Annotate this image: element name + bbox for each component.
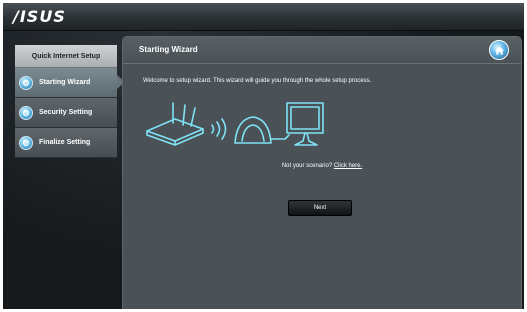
- network-illustration: [146, 102, 324, 146]
- gear-icon: [19, 135, 33, 150]
- wifi-signal-icon: [211, 118, 227, 140]
- cable-line: [270, 134, 290, 140]
- main-panel: Starting Wizard Welcome to setup wizard.…: [122, 36, 522, 309]
- gear-icon: [19, 75, 33, 90]
- brand-logo: /ISUS: [13, 7, 66, 26]
- home-button[interactable]: [489, 40, 509, 60]
- router-icon: [146, 102, 204, 146]
- next-button[interactable]: Next: [288, 200, 352, 216]
- router-admin-window: /ISUS Quick Internet Setup Starting Wiza…: [3, 3, 524, 309]
- sidebar-title: Quick Internet Setup: [15, 45, 117, 68]
- sidebar: Quick Internet Setup Starting Wizard Sec…: [15, 45, 125, 158]
- sidebar-item-label: Starting Wizard: [39, 79, 91, 86]
- home-icon: [494, 45, 504, 55]
- modem-icon: [234, 116, 272, 144]
- sidebar-item-label: Finalize Setting: [39, 139, 91, 146]
- scenario-text: Not your scenario?: [281, 163, 333, 169]
- computer-monitor-icon: [286, 102, 324, 146]
- gear-icon: [19, 105, 33, 120]
- scenario-line: Not your scenario? Click here.: [123, 163, 521, 169]
- page-title: Starting Wizard: [139, 45, 198, 54]
- sidebar-item-security-setting[interactable]: Security Setting: [15, 98, 117, 128]
- sidebar-item-label: Security Setting: [39, 109, 93, 116]
- panel-header: Starting Wizard: [123, 37, 521, 64]
- top-bar: /ISUS: [3, 3, 524, 31]
- sidebar-item-starting-wizard[interactable]: Starting Wizard: [15, 68, 125, 98]
- sidebar-item-finalize-setting[interactable]: Finalize Setting: [15, 128, 117, 158]
- welcome-text: Welcome to setup wizard. This wizard wil…: [143, 78, 372, 84]
- click-here-link[interactable]: Click here.: [334, 163, 362, 169]
